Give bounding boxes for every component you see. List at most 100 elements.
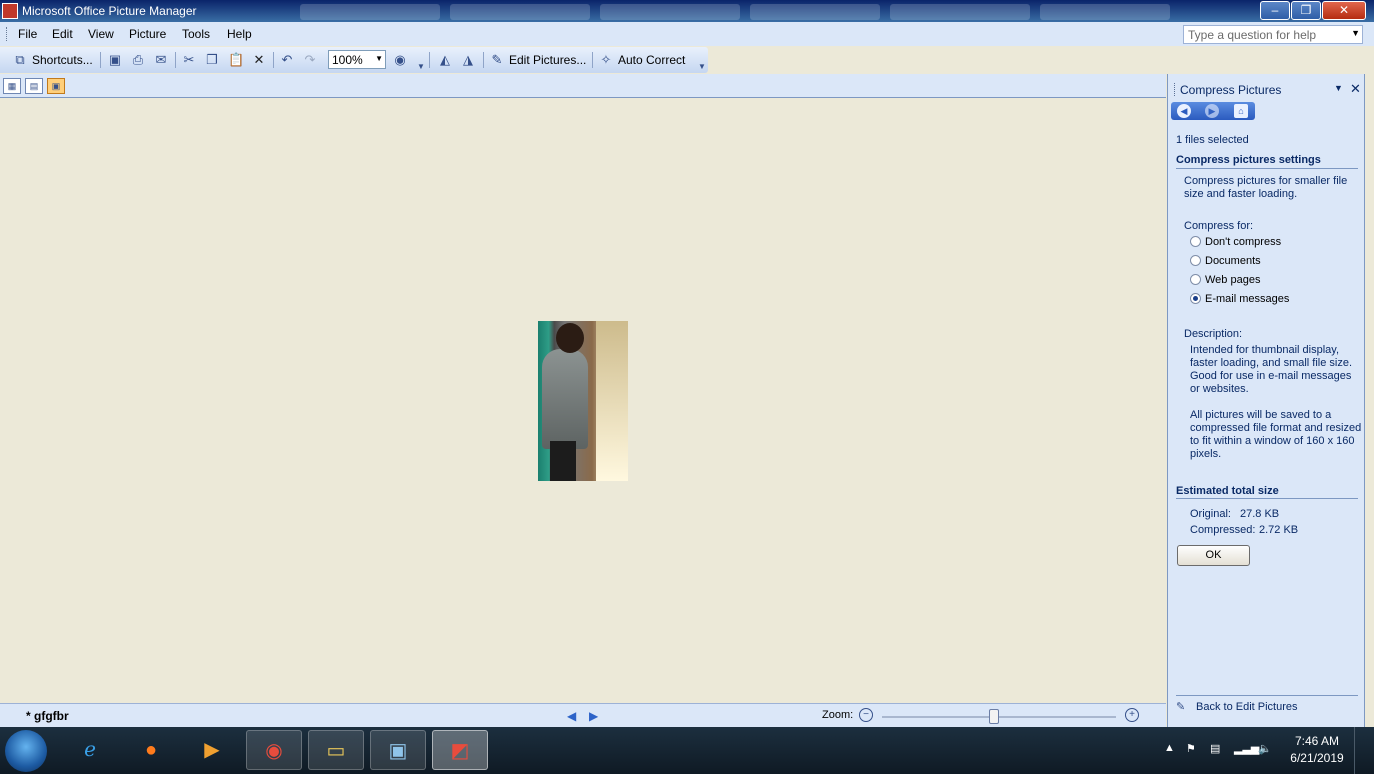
- next-picture-icon[interactable]: ▶: [589, 709, 598, 723]
- auto-correct-icon[interactable]: ✧: [598, 52, 614, 68]
- back-to-edit-pictures-link[interactable]: Back to Edit Pictures: [1196, 701, 1298, 713]
- zoom-label: Zoom:: [822, 709, 854, 721]
- system-clock[interactable]: 7:46 AM 6/21/2019: [1280, 733, 1354, 767]
- tray-expand-icon[interactable]: ▲: [1164, 742, 1175, 754]
- view-toolbar: ▦ ▤ ▣: [0, 74, 1166, 98]
- photo-background-light: [596, 321, 628, 481]
- undo-icon[interactable]: ↶: [279, 52, 295, 68]
- edit-pictures-icon[interactable]: ✎: [489, 52, 505, 68]
- print-icon[interactable]: ⎙: [130, 52, 146, 68]
- ok-button[interactable]: OK: [1177, 545, 1250, 566]
- menu-picture[interactable]: Picture: [129, 27, 166, 41]
- background-tab: [450, 4, 590, 20]
- clock-date: 6/21/2019: [1290, 751, 1344, 765]
- home-icon[interactable]: ⌂: [1234, 104, 1248, 118]
- option-label: Documents: [1205, 255, 1261, 267]
- clock-time: 7:46 AM: [1294, 734, 1340, 748]
- option-email-messages[interactable]: E-mail messages: [1190, 293, 1289, 305]
- option-documents[interactable]: Documents: [1190, 255, 1261, 267]
- picture-preview[interactable]: [538, 321, 628, 481]
- pane-title: Compress Pictures: [1180, 83, 1282, 97]
- background-tab: [750, 4, 880, 20]
- menu-tools[interactable]: Tools: [182, 27, 210, 41]
- menu-edit[interactable]: Edit: [52, 27, 73, 41]
- thumbnail-view-icon[interactable]: ▦: [3, 78, 21, 94]
- signal-icon[interactable]: ▂▃▅: [1234, 742, 1259, 755]
- radio-button[interactable]: [1190, 274, 1201, 285]
- email-icon[interactable]: ✉: [153, 52, 169, 68]
- zoom-in-icon[interactable]: +: [1125, 708, 1139, 722]
- forward-arrow-icon[interactable]: ▶: [1205, 104, 1219, 118]
- option-label: Web pages: [1205, 274, 1261, 286]
- network-adapter-icon[interactable]: ▤: [1210, 742, 1220, 755]
- option-dont-compress[interactable]: Don't compress: [1190, 236, 1281, 248]
- shortcuts-button[interactable]: Shortcuts...: [32, 53, 93, 67]
- menu-file[interactable]: File: [18, 27, 37, 41]
- menu-help[interactable]: Help: [227, 27, 252, 41]
- photo-person-head: [556, 323, 584, 353]
- help-search-input[interactable]: Type a question for help ▼: [1183, 25, 1363, 44]
- settings-description: Compress pictures for smaller file size …: [1184, 175, 1348, 200]
- description-text: Intended for thumbnail display, faster l…: [1190, 344, 1353, 395]
- option-web-pages[interactable]: Web pages: [1190, 274, 1260, 286]
- menu-bar: File Edit View Picture Tools Help: [0, 22, 1374, 46]
- show-desktop-button[interactable]: [1354, 727, 1368, 774]
- picture-manager-icon[interactable]: ◩: [432, 730, 488, 770]
- rotate-right-icon[interactable]: ◮: [460, 52, 476, 68]
- zoom-value: 100%: [332, 53, 363, 67]
- toolbar-separator: [100, 52, 101, 68]
- media-player-icon[interactable]: ▶: [184, 730, 240, 770]
- paste-icon[interactable]: 📋: [228, 52, 244, 68]
- single-picture-view-icon[interactable]: ▣: [47, 78, 65, 94]
- delete-icon[interactable]: ✕: [251, 52, 267, 68]
- pane-close-icon[interactable]: ✕: [1350, 81, 1361, 97]
- chrome-icon[interactable]: ◉: [246, 730, 302, 770]
- zoom-slider-thumb[interactable]: [989, 709, 1000, 724]
- background-tab: [600, 4, 740, 20]
- description-label: Description:: [1184, 328, 1243, 340]
- redo-icon[interactable]: ↷: [302, 52, 318, 68]
- internet-explorer-icon[interactable]: ℯ: [62, 730, 118, 770]
- back-arrow-icon[interactable]: ◀: [1177, 104, 1191, 118]
- file-explorer-icon[interactable]: ▭: [308, 730, 364, 770]
- menu-grip: [6, 27, 9, 41]
- maximize-button[interactable]: ❐: [1291, 1, 1321, 20]
- photo-person-legs: [550, 441, 576, 481]
- cut-icon[interactable]: ✂: [181, 52, 197, 68]
- chevron-down-icon[interactable]: ▼: [1351, 28, 1360, 38]
- radio-button-selected[interactable]: [1190, 293, 1201, 304]
- save-icon[interactable]: ▣: [107, 52, 123, 68]
- edit-pictures-button[interactable]: Edit Pictures...: [509, 53, 586, 67]
- rotate-left-icon[interactable]: ◭: [437, 52, 453, 68]
- previous-picture-icon[interactable]: ◀: [567, 709, 576, 723]
- toolbar-options-icon[interactable]: ▼: [413, 59, 429, 75]
- volume-icon[interactable]: 🔈: [1258, 742, 1272, 755]
- compress-pictures-pane: Compress Pictures ▼ ✕ ◀ ▶ ⌂ 1 files sele…: [1167, 74, 1365, 727]
- title-bar: Microsoft Office Picture Manager – ❐ ✕: [0, 0, 1374, 22]
- menu-view[interactable]: View: [88, 27, 114, 41]
- standard-toolbar: ⧉ Shortcuts... ▣ ⎙ ✉ ✂ ❐ 📋 ✕ ↶ ↷ 100% ▼ …: [0, 47, 708, 73]
- photo-viewer-icon[interactable]: ▣: [370, 730, 426, 770]
- filmstrip-view-icon[interactable]: ▤: [25, 78, 43, 94]
- copy-icon[interactable]: ❐: [204, 52, 220, 68]
- auto-correct-button[interactable]: Auto Correct: [618, 53, 685, 67]
- pane-menu-icon[interactable]: ▼: [1334, 83, 1343, 93]
- minimize-button[interactable]: –: [1260, 1, 1290, 20]
- pane-nav-strip: ◀ ▶ ⌂: [1171, 102, 1255, 120]
- action-center-icon[interactable]: ⚑: [1186, 742, 1196, 755]
- edit-pictures-icon[interactable]: ✎: [1176, 700, 1190, 714]
- radio-button[interactable]: [1190, 236, 1201, 247]
- shortcuts-icon[interactable]: ⧉: [12, 52, 28, 68]
- zoom-select[interactable]: 100% ▼: [328, 50, 386, 69]
- radio-button[interactable]: [1190, 255, 1201, 266]
- toolbar-separator: [273, 52, 274, 68]
- zoom-out-icon[interactable]: −: [859, 708, 873, 722]
- toolbar-options-icon[interactable]: ▼: [694, 59, 710, 75]
- background-tab: [890, 4, 1030, 20]
- chevron-down-icon[interactable]: ▼: [375, 54, 383, 63]
- help-icon[interactable]: ◉: [392, 52, 408, 68]
- toolbar-separator: [175, 52, 176, 68]
- start-button[interactable]: [5, 730, 47, 772]
- firefox-icon[interactable]: ●: [123, 730, 179, 770]
- close-button[interactable]: ✕: [1322, 1, 1366, 20]
